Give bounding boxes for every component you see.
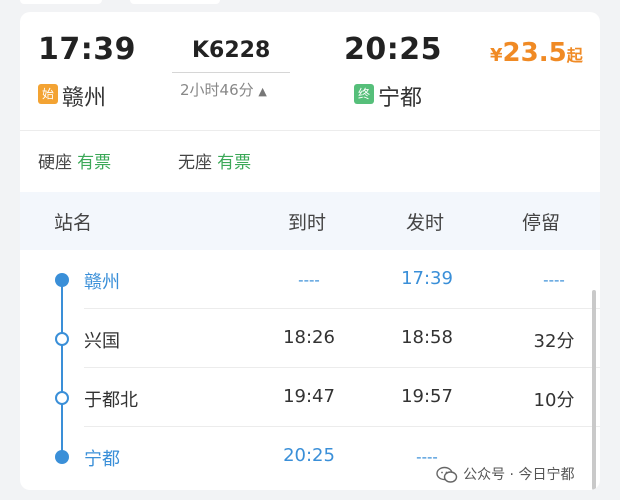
stop-dot: [55, 391, 69, 405]
duration-text: 2小时46分: [180, 81, 254, 99]
arrive-time: ----: [298, 271, 320, 289]
header-station: 站名: [54, 212, 93, 234]
seat-type: 无座: [178, 153, 212, 173]
scrollbar[interactable]: [592, 290, 596, 490]
arrival-time: 20:25: [344, 32, 442, 67]
terminal-badge: 终: [354, 84, 374, 104]
seat-standing[interactable]: 无座 有票: [178, 148, 251, 173]
stop-name: 宁都: [84, 449, 120, 470]
route-timeline: [61, 280, 63, 458]
stay-duration: 32分: [533, 331, 575, 352]
watermark: 公众号 · 今日宁都: [436, 464, 574, 484]
stop-dot: [55, 332, 69, 346]
train-detail-card: 17:39 始 赣州 K6228 2小时46分 ▲ 20:25 终 宁都 ¥23…: [20, 12, 600, 490]
price-value: 23.5: [502, 38, 567, 68]
row-divider: [84, 308, 600, 309]
route-line: [172, 72, 290, 73]
depart-time: 17:39: [401, 268, 453, 289]
departure-time: 17:39: [38, 32, 136, 67]
header-arrive: 到时: [288, 212, 327, 234]
duration-toggle[interactable]: 2小时46分 ▲: [180, 79, 267, 100]
stop-name: 赣州: [84, 272, 120, 293]
wechat-icon: [436, 466, 458, 483]
seat-availability: 有票: [217, 153, 252, 173]
arrive-time: 20:25: [283, 445, 335, 466]
departure-station: 赣州: [62, 86, 107, 111]
stop-name: 于都北: [84, 390, 138, 411]
top-tab-stub: [130, 0, 220, 4]
row-divider: [84, 367, 600, 368]
seat-hard-seat[interactable]: 硬座 有票: [38, 148, 111, 173]
price: ¥23.5起: [490, 38, 583, 68]
stay-duration: ----: [543, 271, 565, 289]
depart-time: 19:57: [401, 386, 453, 407]
price-suffix: 起: [566, 46, 583, 65]
seat-availability: 有票: [77, 153, 112, 173]
caret-up-icon: ▲: [258, 85, 267, 98]
depart-time: 18:58: [401, 327, 453, 348]
currency-symbol: ¥: [490, 45, 503, 66]
row-divider: [84, 426, 600, 427]
seat-type: 硬座: [38, 153, 72, 173]
train-number: K6228: [192, 38, 271, 63]
header-stay: 停留: [522, 212, 561, 234]
stop-dot-origin: [55, 273, 69, 287]
origin-badge: 始: [38, 84, 58, 104]
header-depart: 发时: [406, 212, 445, 234]
arrive-time: 18:26: [283, 327, 335, 348]
stop-name: 兴国: [84, 331, 120, 352]
watermark-text: 公众号 · 今日宁都: [463, 467, 575, 483]
stop-dot-terminal: [55, 450, 69, 464]
arrive-time: 19:47: [283, 386, 335, 407]
arrival-station: 宁都: [378, 86, 423, 111]
divider: [20, 130, 600, 131]
stay-duration: 10分: [533, 390, 575, 411]
top-tab-stub: [20, 0, 102, 4]
